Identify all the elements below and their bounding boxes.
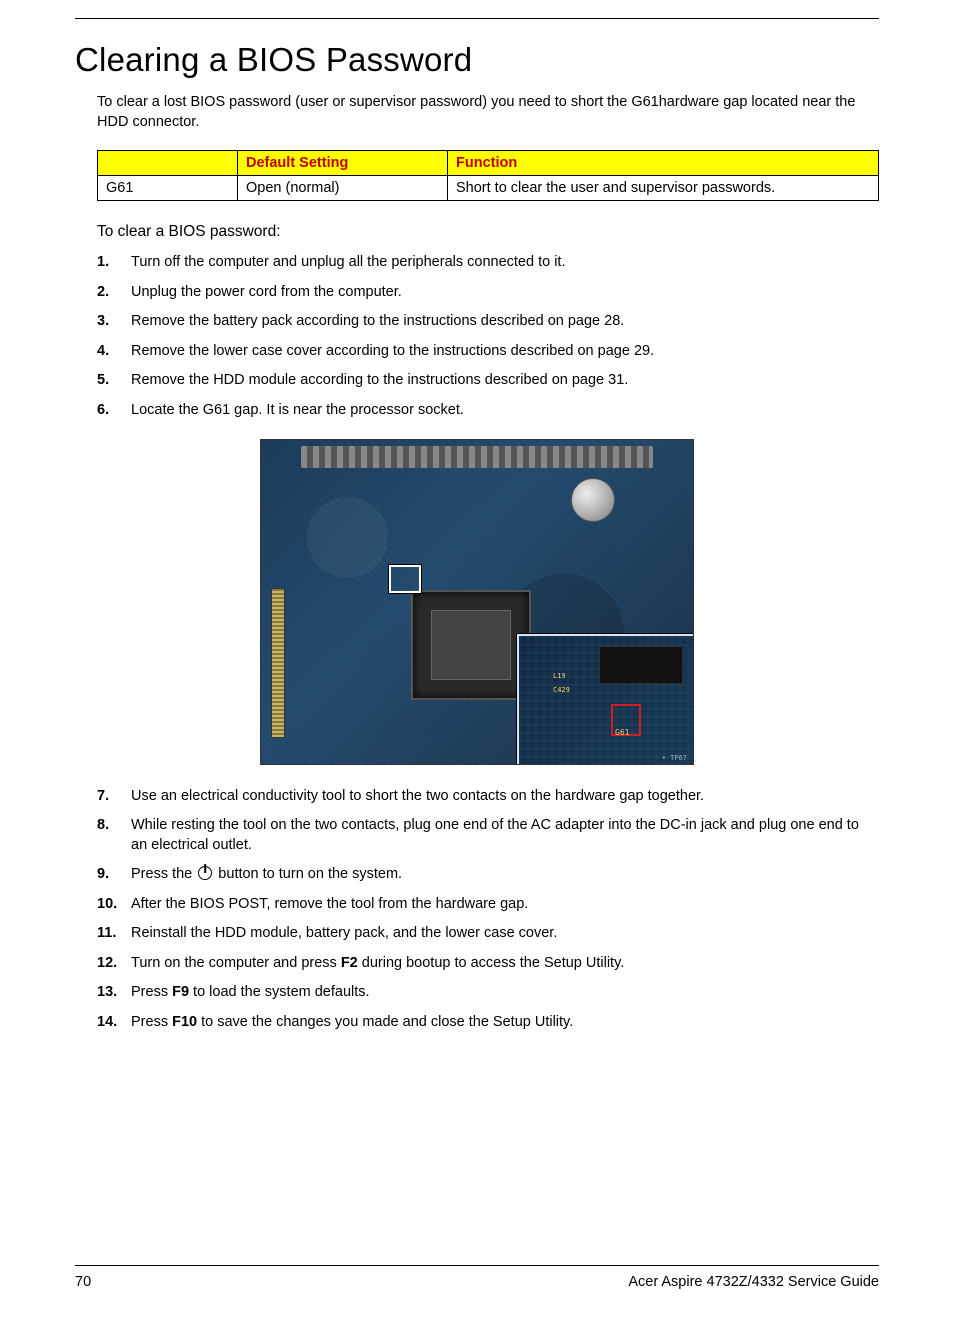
step-text: While resting the tool on the two contac… [131,816,879,855]
list-item: 11.Reinstall the HDD module, battery pac… [97,924,879,944]
list-item: 7.Use an electrical conductivity tool to… [97,787,879,807]
page-title: Clearing a BIOS Password [75,41,879,79]
page-footer: 70 Acer Aspire 4732Z/4332 Service Guide [75,1265,879,1290]
procedure-subheading: To clear a BIOS password: [97,223,879,241]
table-header-blank [98,151,238,176]
step-text: Remove the lower case cover according to… [131,342,879,362]
step14-post: to save the changes you made and close t… [197,1014,573,1030]
cell-function: Short to clear the user and supervisor p… [448,176,879,201]
list-item: 2.Unplug the power cord from the compute… [97,283,879,303]
list-item: 1.Turn off the computer and unplug all t… [97,253,879,273]
motherboard-image: L19 C429 G61 • TP67 [260,439,694,765]
step-text: Turn on the computer and press F2 during… [131,954,879,974]
key-f9: F9 [172,984,189,1000]
step-text: Remove the battery pack according to the… [131,312,879,332]
list-item: 5.Remove the HDD module according to the… [97,371,879,391]
step-text: Use an electrical conductivity tool to s… [131,787,879,807]
header-rule [75,18,879,19]
table-header-function: Function [448,151,879,176]
step-text: Press F10 to save the changes you made a… [131,1013,879,1033]
chip-decoration [599,646,683,684]
memory-slot-decoration [271,588,285,738]
intro-paragraph: To clear a lost BIOS password (user or s… [97,93,879,132]
step-text: Remove the HDD module according to the i… [131,371,879,391]
step-text: After the BIOS POST, remove the tool fro… [131,895,879,915]
cell-name: G61 [98,176,238,201]
board-label: L19 [553,672,566,680]
board-label: C429 [553,686,570,694]
testpoint-label: • TP67 [662,754,687,762]
procedure-steps-continued: 7.Use an electrical conductivity tool to… [97,787,879,1033]
list-item: 6.Locate the G61 gap. It is near the pro… [97,401,879,421]
cpu-socket-decoration [411,590,531,700]
step12-pre: Turn on the computer and press [131,955,341,971]
list-item: 4.Remove the lower case cover according … [97,342,879,362]
step9-pre: Press the [131,866,196,882]
connector-decoration [301,446,653,468]
table-header-row: Default Setting Function [98,151,879,176]
list-item: 10.After the BIOS POST, remove the tool … [97,895,879,915]
step-text: Reinstall the HDD module, battery pack, … [131,924,879,944]
key-f10: F10 [172,1014,197,1030]
g61-label: G61 [615,728,629,737]
zoom-callout: L19 C429 G61 • TP67 [517,634,694,765]
list-item: 8.While resting the tool on the two cont… [97,816,879,855]
figure-container: L19 C429 G61 • TP67 [75,439,879,765]
highlight-box-icon [389,565,421,593]
step-text: Unplug the power cord from the computer. [131,283,879,303]
table-header-default: Default Setting [238,151,448,176]
step-text: Press the button to turn on the system. [131,865,879,885]
step-text: Locate the G61 gap. It is near the proce… [131,401,879,421]
list-item: 13. Press F9 to load the system defaults… [97,983,879,1003]
step13-pre: Press [131,984,172,1000]
step13-post: to load the system defaults. [189,984,370,1000]
footer-rule [75,1265,879,1266]
key-f2: F2 [341,955,358,971]
list-item: 9. Press the button to turn on the syste… [97,865,879,885]
step12-post: during bootup to access the Setup Utilit… [358,955,625,971]
power-icon [198,866,212,880]
step-text: Press F9 to load the system defaults. [131,983,879,1003]
list-item: 14. Press F10 to save the changes you ma… [97,1013,879,1033]
document-title: Acer Aspire 4732Z/4332 Service Guide [628,1274,879,1290]
step14-pre: Press [131,1014,172,1030]
cmos-battery-decoration [571,478,615,522]
page-number: 70 [75,1274,91,1290]
step9-post: button to turn on the system. [214,866,402,882]
list-item: 3.Remove the battery pack according to t… [97,312,879,332]
settings-table: Default Setting Function G61 Open (norma… [97,150,879,201]
cell-default: Open (normal) [238,176,448,201]
step-text: Turn off the computer and unplug all the… [131,253,879,273]
table-row: G61 Open (normal) Short to clear the use… [98,176,879,201]
procedure-steps: 1.Turn off the computer and unplug all t… [97,253,879,420]
list-item: 12. Turn on the computer and press F2 du… [97,954,879,974]
